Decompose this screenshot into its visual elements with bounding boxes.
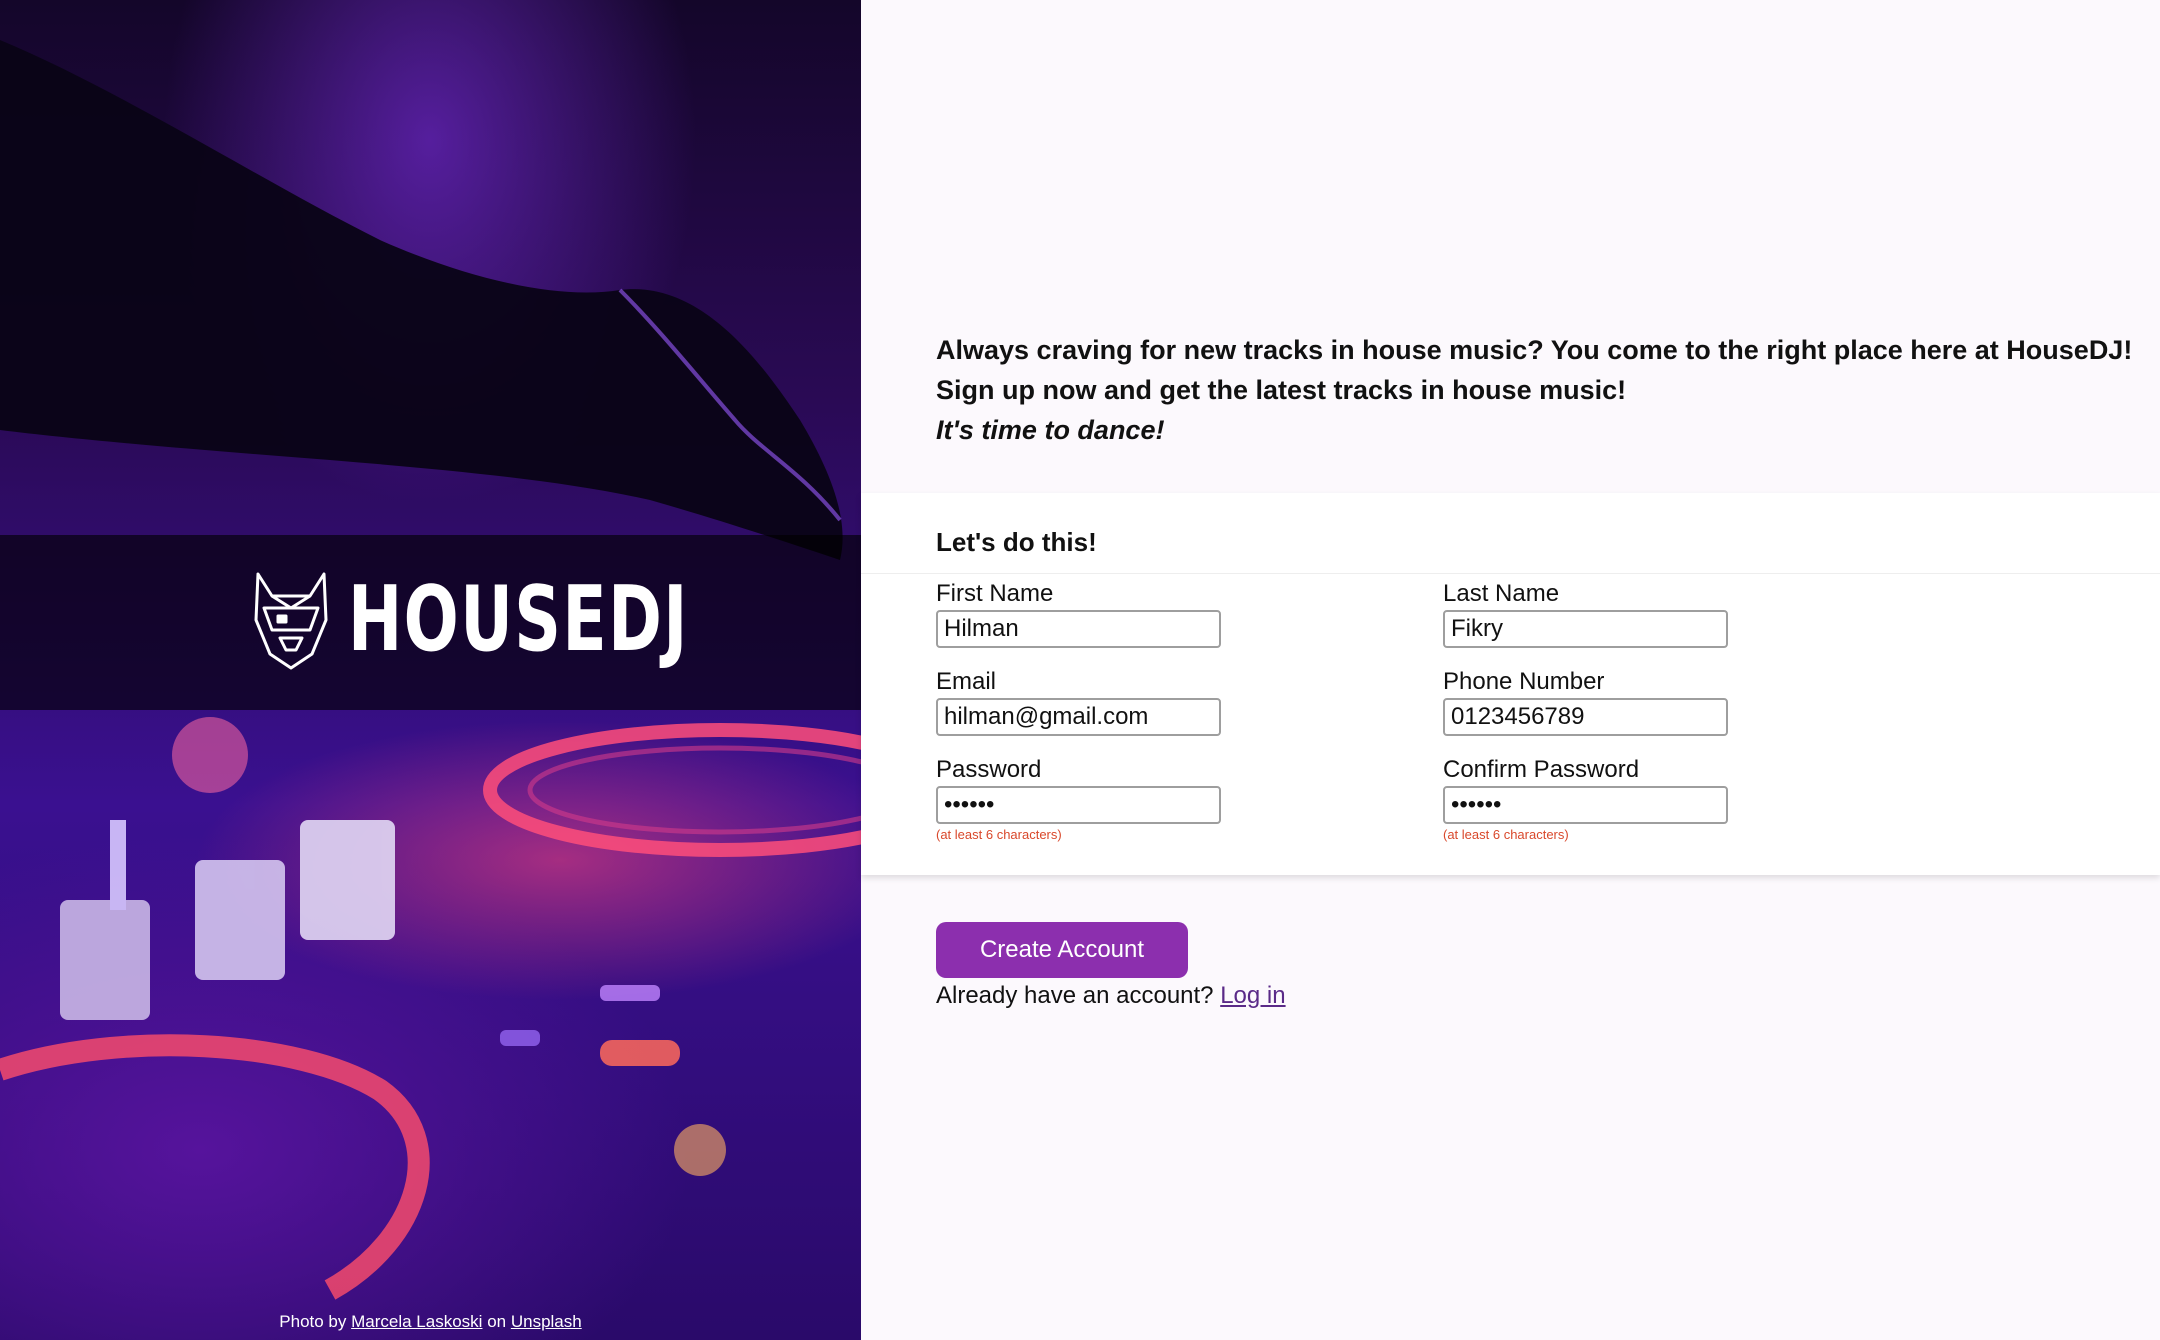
credit-middle: on [487, 1312, 507, 1331]
brand-logo: HOUSEDJ [250, 570, 821, 670]
last-name-input[interactable] [1443, 610, 1728, 648]
confirm-password-hint: (at least 6 characters) [1443, 827, 1569, 842]
intro-line-2: Sign up now and get the latest tracks in… [936, 375, 1627, 405]
email-label: Email [936, 668, 997, 695]
brand-wordmark: HOUSEDJ [348, 567, 689, 672]
password-input[interactable] [936, 786, 1221, 824]
password-hint: (at least 6 characters) [936, 827, 1062, 842]
photo-credit: Photo by Marcela Laskoski on Unsplash [0, 1312, 861, 1332]
phone-input[interactable] [1443, 698, 1728, 736]
credit-author-link[interactable]: Marcela Laskoski [351, 1312, 482, 1331]
confirm-password-input[interactable] [1443, 786, 1728, 824]
login-prompt: Already have an account? Log in [936, 982, 1286, 1010]
signup-form: Let's do this! First Name Last Name Emai… [861, 493, 2160, 875]
email-field-group: Email [936, 668, 1236, 736]
login-prompt-text: Already have an account? [936, 982, 1214, 1009]
first-name-input[interactable] [936, 610, 1221, 648]
dog-head-icon [254, 572, 328, 670]
password-field-group: Password (at least 6 characters) [936, 756, 1236, 842]
intro-tagline: It's time to dance! [936, 415, 1165, 445]
confirm-password-label: Confirm Password [1443, 756, 1640, 783]
login-link[interactable]: Log in [1220, 982, 1285, 1009]
phone-label: Phone Number [1443, 668, 1605, 695]
phone-field-group: Phone Number [1443, 668, 1743, 736]
intro-text: Always craving for new tracks in house m… [936, 330, 2136, 450]
first-name-label: First Name [936, 580, 1054, 607]
form-heading: Let's do this! [936, 527, 1097, 557]
last-name-field-group: Last Name [1443, 580, 1743, 648]
create-account-button[interactable]: Create Account [936, 922, 1188, 978]
first-name-field-group: First Name [936, 580, 1236, 648]
password-label: Password [936, 756, 1042, 783]
hero-panel: HOUSEDJ Photo by Marcela Laskoski on Uns… [0, 0, 861, 1340]
form-divider [861, 573, 2160, 574]
confirm-password-field-group: Confirm Password (at least 6 characters) [1443, 756, 1743, 842]
credit-prefix: Photo by [279, 1312, 347, 1331]
credit-site-link[interactable]: Unsplash [511, 1312, 582, 1331]
email-input[interactable] [936, 698, 1221, 736]
intro-line-1: Always craving for new tracks in house m… [936, 335, 2133, 365]
last-name-label: Last Name [1443, 580, 1560, 607]
